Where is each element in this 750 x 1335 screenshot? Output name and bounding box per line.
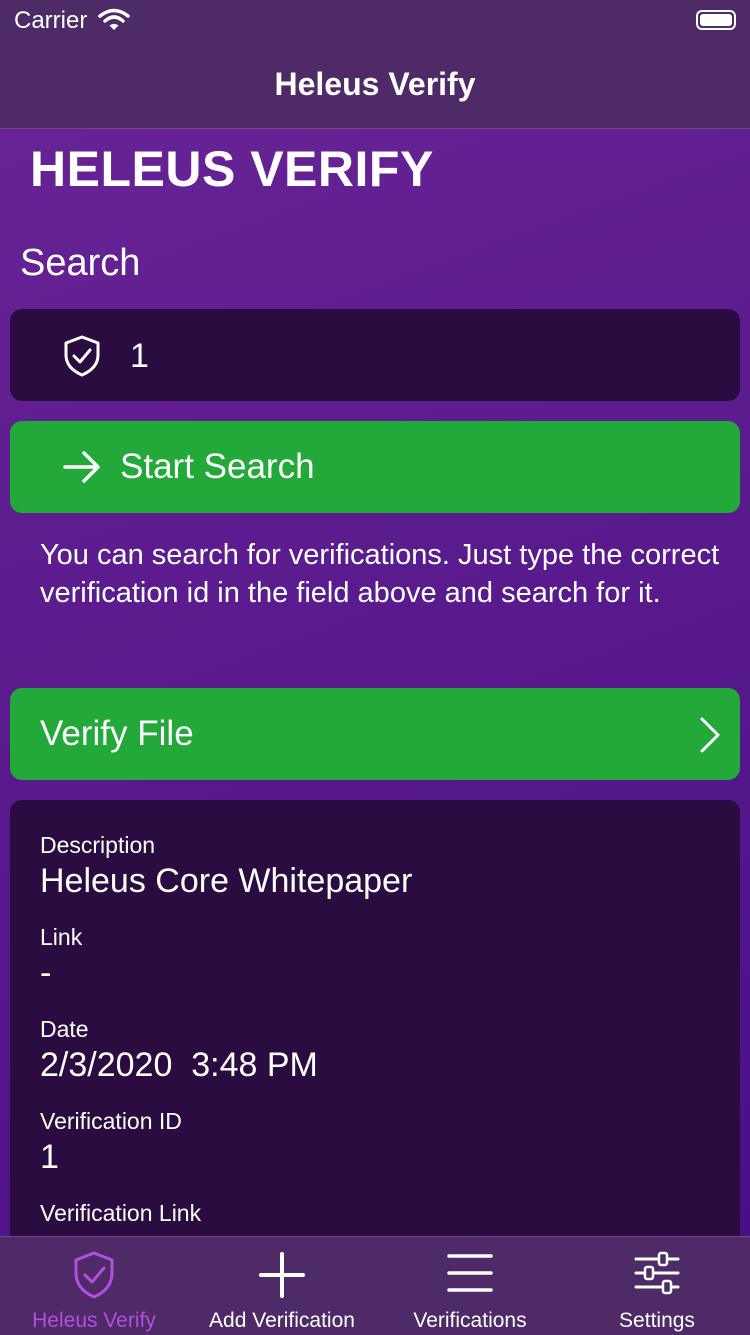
tab-verifications[interactable]: Verifications — [376, 1237, 564, 1335]
tab-heleus-verify[interactable]: Heleus Verify — [0, 1237, 188, 1335]
tab-label: Verifications — [413, 1309, 527, 1332]
verification-details-card: Description Heleus Core Whitepaper Link … — [10, 800, 740, 1260]
date-label: Date — [40, 1016, 89, 1042]
verification-id-value: 1 — [40, 1138, 59, 1176]
date-value: 2/3/2020 3:48 PM — [40, 1046, 318, 1084]
shield-check-icon — [74, 1251, 114, 1299]
tab-add-verification[interactable]: Add Verification — [188, 1237, 376, 1335]
tab-label: Settings — [619, 1309, 695, 1332]
tab-label: Add Verification — [209, 1309, 355, 1332]
list-icon — [447, 1254, 493, 1292]
search-section-label: Search — [20, 242, 141, 284]
tab-bar: Heleus Verify Add Verification Verificat… — [0, 1236, 750, 1335]
shield-check-icon — [64, 335, 100, 377]
navigation-bar: Heleus Verify — [0, 40, 750, 129]
carrier-label: Carrier — [14, 7, 88, 34]
tab-label: Heleus Verify — [32, 1309, 156, 1332]
arrow-right-icon — [63, 451, 100, 483]
nav-title: Heleus Verify — [274, 66, 476, 102]
tab-settings[interactable]: Settings — [564, 1237, 750, 1335]
wifi-icon — [98, 8, 130, 30]
battery-icon — [696, 10, 736, 30]
chevron-right-icon — [700, 717, 720, 753]
link-value[interactable]: - — [40, 954, 51, 993]
start-search-label: Start Search — [120, 447, 315, 486]
verification-id-input[interactable] — [128, 329, 712, 383]
start-search-button[interactable]: Start Search — [10, 421, 740, 513]
search-field[interactable] — [10, 309, 740, 401]
description-value: Heleus Core Whitepaper — [40, 862, 413, 900]
page-title: HELEUS VERIFY — [30, 141, 434, 197]
verification-id-label: Verification ID — [40, 1108, 182, 1134]
sliders-icon — [634, 1251, 680, 1295]
verify-file-label: Verify File — [40, 714, 194, 753]
verify-file-button[interactable]: Verify File — [10, 688, 740, 780]
status-bar: Carrier — [0, 0, 750, 40]
link-label: Link — [40, 924, 83, 950]
plus-icon — [259, 1252, 305, 1298]
help-text: You can search for verifications. Just t… — [40, 539, 720, 609]
verification-link-label: Verification Link — [40, 1200, 202, 1226]
description-label: Description — [40, 832, 156, 858]
